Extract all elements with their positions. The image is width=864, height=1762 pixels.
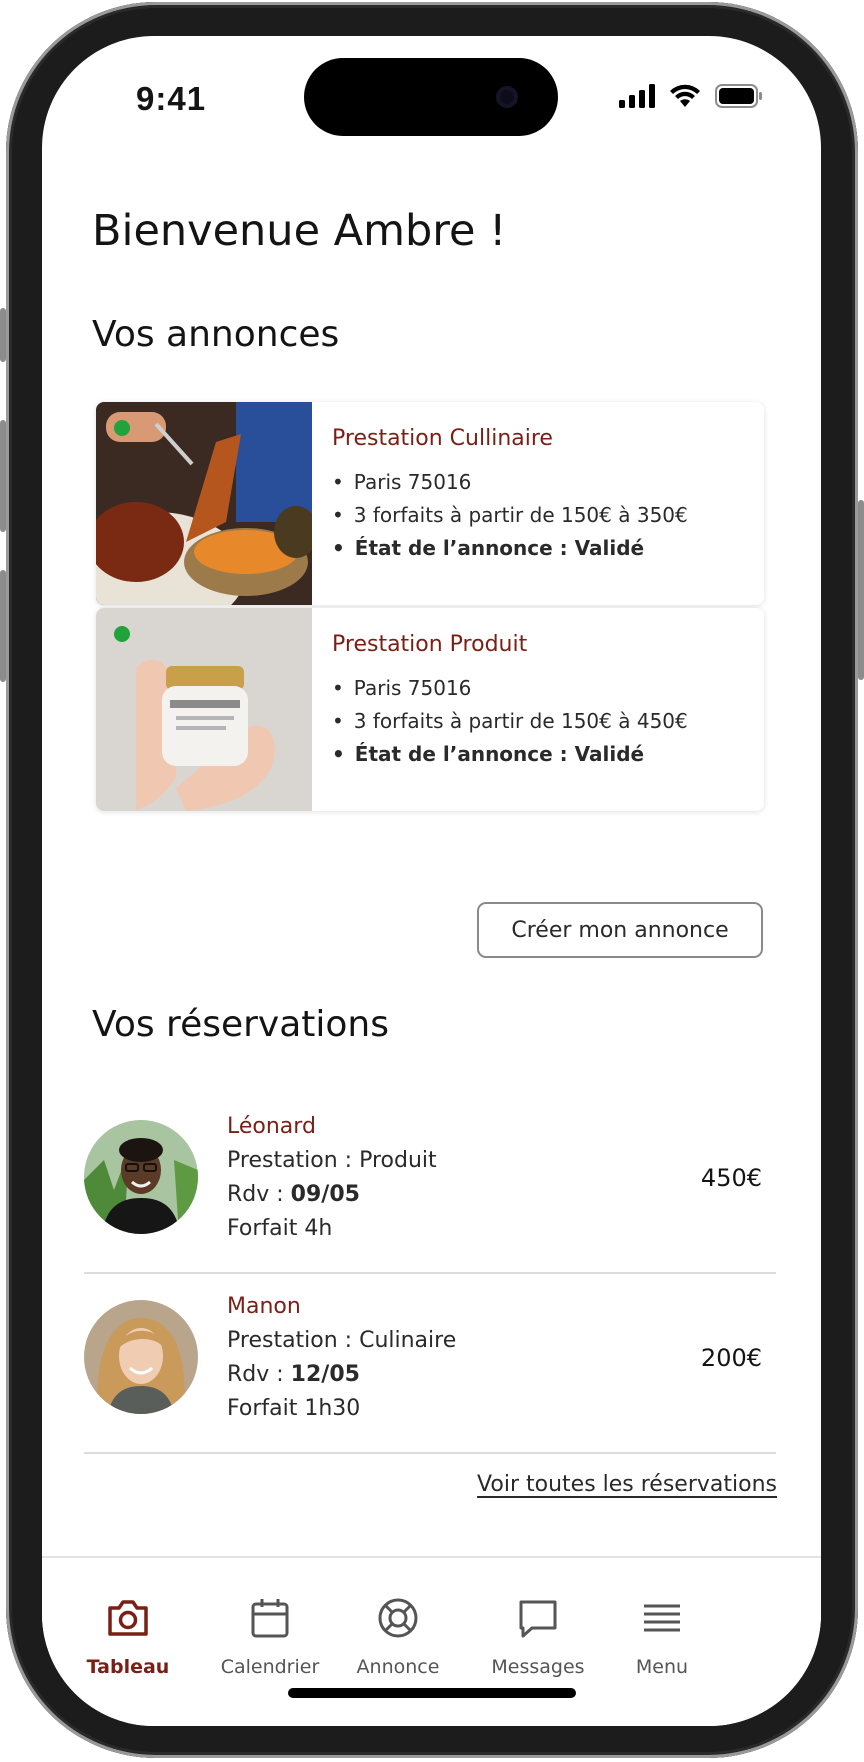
listing-state: État de l’annonce : Validé	[332, 532, 688, 565]
reservations-heading: Vos réservations	[92, 1004, 389, 1045]
power-button	[858, 500, 864, 680]
rdv-label: Rdv :	[227, 1362, 291, 1387]
appointment-date: Rdv : 09/05	[227, 1182, 360, 1207]
listing-card[interactable]: Prestation Produit Paris 75016 3 forfait…	[96, 608, 764, 811]
home-indicator[interactable]	[288, 1688, 576, 1698]
status-dot	[114, 420, 130, 436]
camera-icon	[108, 1600, 148, 1636]
reservation-row[interactable]: Léonard Prestation : Produit Rdv : 09/05…	[84, 1094, 776, 1274]
status-time: 9:41	[136, 80, 207, 117]
reservation-price: 200€	[700, 1344, 762, 1372]
tab-label: Messages	[491, 1656, 585, 1678]
package-duration: Forfait 4h	[227, 1216, 333, 1241]
tab-label: Calendrier	[220, 1656, 320, 1678]
rdv-label: Rdv :	[227, 1182, 291, 1207]
menu-icon	[644, 1604, 680, 1632]
listing-details: Paris 75016 3 forfaits à partir de 150€ …	[332, 466, 688, 565]
dynamic-island	[304, 58, 558, 136]
signal-icon	[619, 84, 655, 108]
camera-lens	[496, 86, 518, 108]
avatar	[84, 1120, 198, 1234]
create-listing-button[interactable]: Créer mon annonce	[477, 902, 763, 958]
avatar	[84, 1300, 198, 1414]
service-type: Prestation : Culinaire	[227, 1328, 457, 1353]
see-all-reservations-link[interactable]: Voir toutes les réservations	[477, 1472, 777, 1497]
listing-title: Prestation Produit	[332, 632, 528, 657]
listing-photo-food	[96, 402, 312, 605]
volume-up-button	[0, 420, 6, 532]
rdv-date: 12/05	[290, 1362, 360, 1387]
listing-location: Paris 75016	[332, 466, 688, 499]
listing-title: Prestation Cullinaire	[332, 426, 553, 451]
lifebuoy-icon	[378, 1598, 418, 1638]
app-screen: 9:41 Bienvenue Ambre ! Vos annonces Pres…	[42, 36, 821, 1726]
status-dot	[114, 626, 130, 642]
listing-card[interactable]: Prestation Cullinaire Paris 75016 3 forf…	[96, 402, 764, 605]
battery-icon	[715, 84, 762, 108]
mute-switch	[0, 308, 6, 362]
message-icon	[519, 1600, 557, 1638]
appointment-date: Rdv : 12/05	[227, 1362, 360, 1387]
listing-location: Paris 75016	[332, 672, 688, 705]
listing-photo-product	[96, 608, 312, 811]
package-duration: Forfait 1h30	[227, 1396, 361, 1421]
listings-heading: Vos annonces	[92, 314, 340, 355]
bottom-tab-bar: Tableau Calendrier Annonce Messages Menu	[42, 1556, 821, 1726]
tab-label: Annonce	[356, 1656, 440, 1678]
service-type: Prestation : Produit	[227, 1148, 437, 1173]
listing-packages: 3 forfaits à partir de 150€ à 450€	[332, 705, 688, 738]
welcome-title: Bienvenue Ambre !	[92, 206, 507, 256]
client-name: Manon	[227, 1294, 301, 1319]
tab-label: Menu	[635, 1656, 689, 1678]
status-icons	[619, 84, 763, 108]
reservation-price: 450€	[700, 1164, 762, 1192]
wifi-icon	[670, 84, 700, 107]
tab-label: Tableau	[86, 1656, 170, 1678]
volume-down-button	[0, 570, 6, 682]
listing-packages: 3 forfaits à partir de 150€ à 350€	[332, 499, 688, 532]
rdv-date: 09/05	[290, 1182, 360, 1207]
client-name: Léonard	[227, 1114, 316, 1139]
listing-state: État de l’annonce : Validé	[332, 738, 688, 771]
reservation-row[interactable]: Manon Prestation : Culinaire Rdv : 12/05…	[84, 1274, 776, 1454]
listing-details: Paris 75016 3 forfaits à partir de 150€ …	[332, 672, 688, 771]
calendar-icon	[251, 1599, 289, 1638]
